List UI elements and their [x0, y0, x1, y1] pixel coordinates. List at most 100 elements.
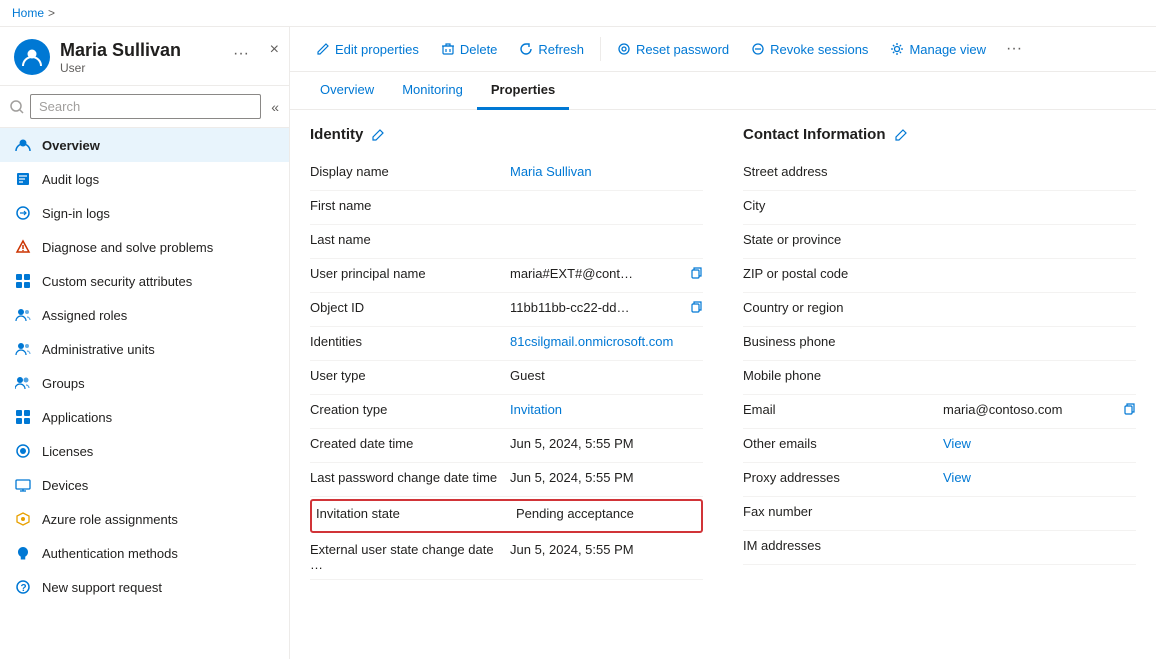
search-input[interactable] — [30, 94, 261, 119]
field-country: Country or region — [743, 293, 1136, 327]
sidebar-item-support[interactable]: ? New support request — [0, 570, 289, 604]
contact-title: Contact Information — [743, 126, 886, 143]
collapse-button[interactable]: « — [271, 99, 279, 115]
sidebar-item-groups[interactable]: Groups — [0, 366, 289, 400]
audit-logs-icon — [14, 170, 32, 188]
field-creation-type: Creation type Invitation — [310, 395, 703, 429]
sidebar-label-devices: Devices — [42, 478, 88, 493]
sidebar-item-auth-methods[interactable]: Authentication methods — [0, 536, 289, 570]
groups-icon — [14, 374, 32, 392]
tab-properties[interactable]: Properties — [477, 72, 569, 110]
contact-edit-button[interactable] — [894, 127, 907, 142]
close-button[interactable]: × — [270, 41, 279, 59]
sidebar-label-auth-methods: Authentication methods — [42, 546, 178, 561]
field-other-emails: Other emails View — [743, 429, 1136, 463]
tabs: Overview Monitoring Properties — [290, 72, 1156, 110]
field-last-pwd-change: Last password change date time Jun 5, 20… — [310, 463, 703, 497]
field-im-addresses: IM addresses — [743, 531, 1136, 565]
assigned-roles-icon — [14, 306, 32, 324]
edit-icon — [316, 42, 330, 56]
sidebar-label-groups: Groups — [42, 376, 85, 391]
sidebar-item-custom-security[interactable]: Custom security attributes — [0, 264, 289, 298]
custom-security-icon — [14, 272, 32, 290]
contact-column: Contact Information Street address City — [743, 126, 1136, 643]
manage-view-button[interactable]: Manage view — [880, 37, 996, 62]
toolbar-divider-1 — [600, 37, 601, 61]
azure-roles-icon — [14, 510, 32, 528]
content-area: Edit properties Delete — [290, 27, 1156, 659]
upn-copy-icon[interactable] — [690, 266, 703, 279]
sidebar-label-support: New support request — [42, 580, 162, 595]
sidebar-label-admin-units: Administrative units — [42, 342, 155, 357]
search-box: « — [0, 86, 289, 128]
contact-section-header: Contact Information — [743, 126, 1136, 143]
sidebar-item-signin-logs[interactable]: Sign-in logs — [0, 196, 289, 230]
properties-area: Identity Display name Maria Sullivan — [290, 110, 1156, 659]
breadcrumb-separator: > — [48, 6, 55, 20]
sidebar-item-devices[interactable]: Devices — [0, 468, 289, 502]
licenses-icon — [14, 442, 32, 460]
reset-password-icon — [617, 42, 631, 56]
sidebar-item-admin-units[interactable]: Administrative units — [0, 332, 289, 366]
refresh-button[interactable]: Refresh — [509, 37, 594, 62]
identity-section-header: Identity — [310, 126, 703, 143]
objectid-copy-icon[interactable] — [690, 300, 703, 313]
sidebar-item-assigned-roles[interactable]: Assigned roles — [0, 298, 289, 332]
sidebar-label-audit-logs: Audit logs — [42, 172, 99, 187]
field-identities: Identities 81csilgmail.onmicrosoft.com — [310, 327, 703, 361]
field-city: City — [743, 191, 1136, 225]
field-last-name: Last name — [310, 225, 703, 259]
applications-icon — [14, 408, 32, 426]
delete-icon — [441, 42, 455, 56]
breadcrumb: Home > — [0, 0, 1156, 27]
identity-column: Identity Display name Maria Sullivan — [310, 126, 703, 643]
field-external-state-change: External user state change date … Jun 5,… — [310, 535, 703, 580]
sidebar-label-applications: Applications — [42, 410, 112, 425]
field-business-phone: Business phone — [743, 327, 1136, 361]
field-object-id: Object ID 11bb11bb-cc22-dd… — [310, 293, 703, 327]
sidebar-label-assigned-roles: Assigned roles — [42, 308, 127, 323]
toolbar: Edit properties Delete — [290, 27, 1156, 72]
field-display-name: Display name Maria Sullivan — [310, 157, 703, 191]
field-user-type: User type Guest — [310, 361, 703, 395]
avatar-icon — [21, 46, 43, 68]
sidebar-label-overview: Overview — [42, 138, 100, 153]
sidebar-label-signin-logs: Sign-in logs — [42, 206, 110, 221]
user-header: Maria Sullivan User ··· × — [0, 27, 289, 86]
delete-button[interactable]: Delete — [431, 37, 508, 62]
field-first-name: First name — [310, 191, 703, 225]
field-fax: Fax number — [743, 497, 1136, 531]
field-state-province: State or province — [743, 225, 1136, 259]
signin-logs-icon — [14, 204, 32, 222]
field-upn: User principal name maria#EXT#@cont… — [310, 259, 703, 293]
reset-password-button[interactable]: Reset password — [607, 37, 739, 62]
field-created-date: Created date time Jun 5, 2024, 5:55 PM — [310, 429, 703, 463]
sidebar-item-applications[interactable]: Applications — [0, 400, 289, 434]
toolbar-more-button[interactable]: ··· — [998, 35, 1030, 63]
field-email: Email maria@contoso.com — [743, 395, 1136, 429]
sidebar-label-diagnose: Diagnose and solve problems — [42, 240, 213, 255]
tab-overview[interactable]: Overview — [306, 72, 388, 110]
field-zip: ZIP or postal code — [743, 259, 1136, 293]
field-proxy-addresses: Proxy addresses View — [743, 463, 1136, 497]
sidebar-item-licenses[interactable]: Licenses — [0, 434, 289, 468]
user-more-button[interactable]: ··· — [233, 45, 249, 63]
tab-monitoring[interactable]: Monitoring — [388, 72, 477, 110]
sidebar-label-azure-roles: Azure role assignments — [42, 512, 178, 527]
sidebar-label-licenses: Licenses — [42, 444, 93, 459]
avatar — [14, 39, 50, 75]
sidebar: Maria Sullivan User ··· × « — [0, 27, 290, 659]
sidebar-item-diagnose[interactable]: Diagnose and solve problems — [0, 230, 289, 264]
revoke-sessions-button[interactable]: Revoke sessions — [741, 37, 878, 62]
sidebar-item-audit-logs[interactable]: Audit logs — [0, 162, 289, 196]
email-copy-icon[interactable] — [1123, 402, 1136, 415]
sidebar-item-azure-roles[interactable]: Azure role assignments — [0, 502, 289, 536]
search-icon — [10, 100, 24, 114]
manage-view-icon — [890, 42, 904, 56]
edit-properties-button[interactable]: Edit properties — [306, 37, 429, 62]
sidebar-label-custom-security: Custom security attributes — [42, 274, 192, 289]
main-area: Maria Sullivan User ··· × « — [0, 27, 1156, 659]
sidebar-item-overview[interactable]: Overview — [0, 128, 289, 162]
breadcrumb-home[interactable]: Home — [12, 6, 44, 20]
identity-edit-button[interactable] — [371, 127, 384, 142]
